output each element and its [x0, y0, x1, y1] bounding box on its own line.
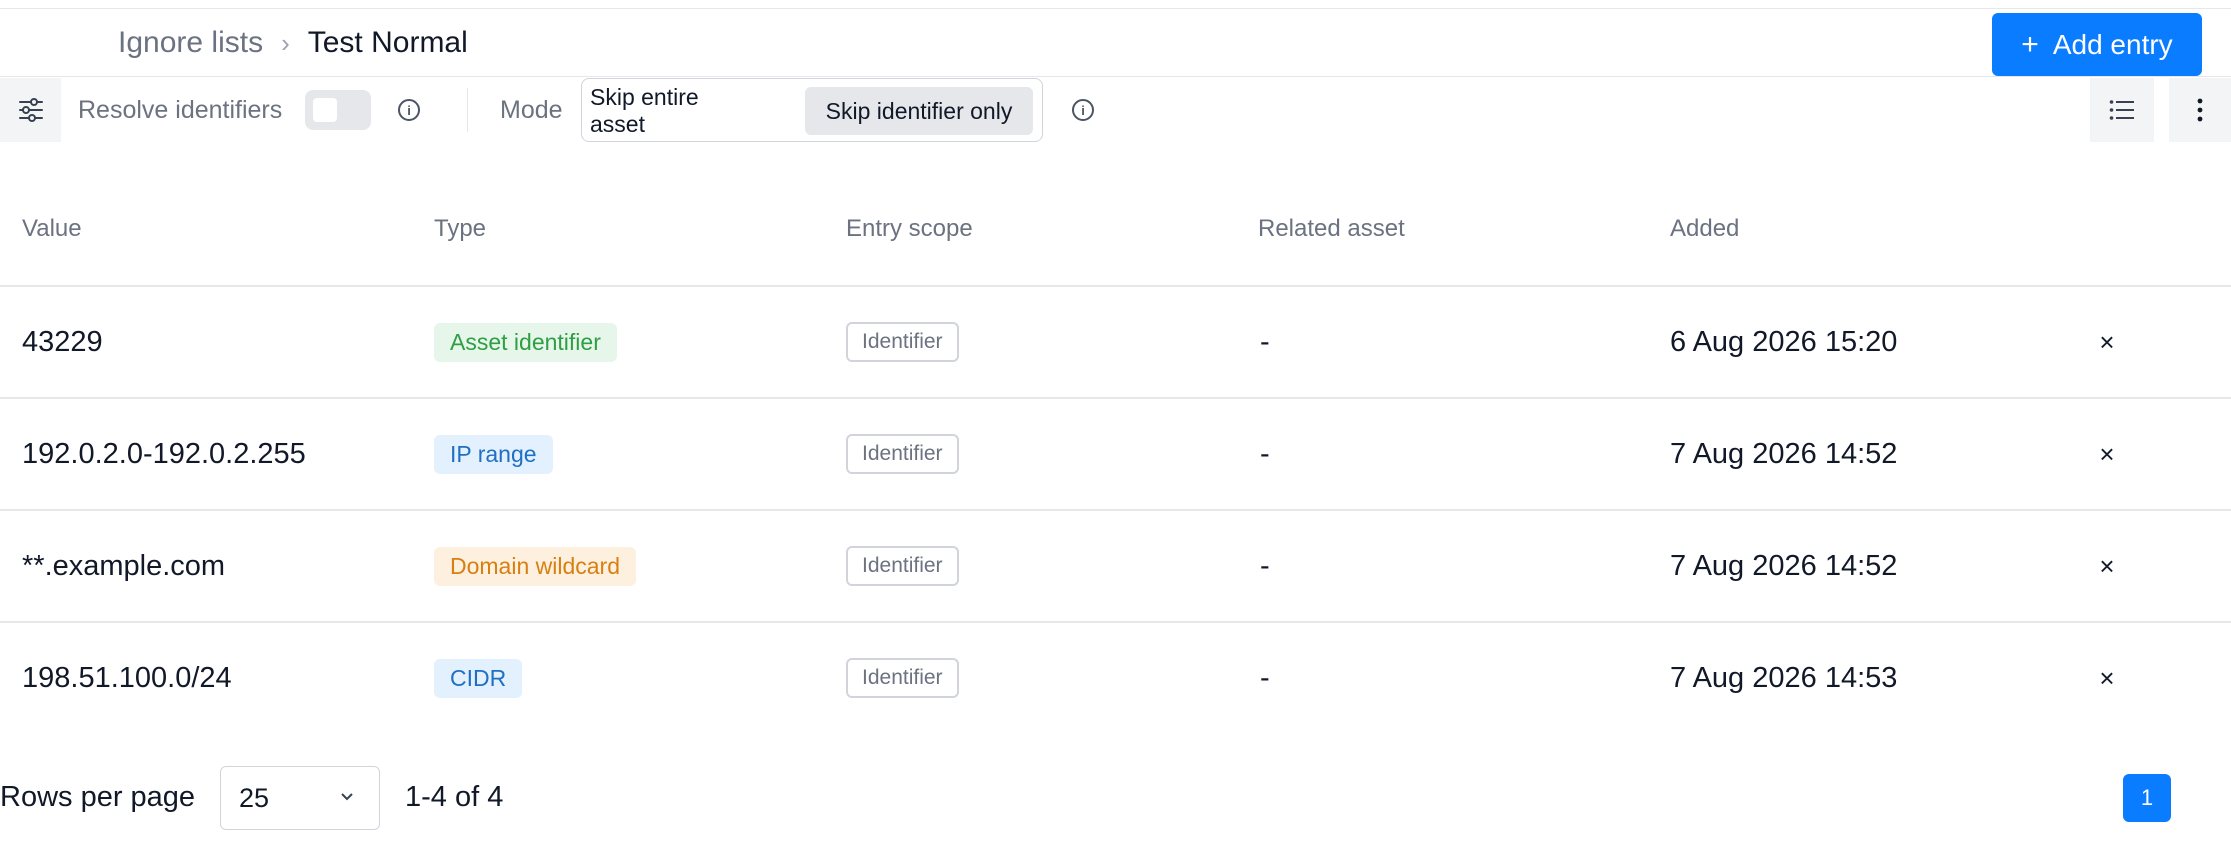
toolbar: Resolve identifiers i Mode Skip entire a…: [0, 78, 2231, 142]
type-badge: Asset identifier: [434, 322, 617, 362]
scope-badge: Identifier: [846, 322, 959, 362]
add-entry-label: Add entry: [2052, 28, 2173, 60]
rows-per-page-select[interactable]: 25: [220, 766, 380, 830]
breadcrumb-parent-link[interactable]: Ignore lists: [118, 26, 263, 60]
column-header-added[interactable]: Added: [1670, 178, 1739, 280]
pagination-range: 1-4 of 4: [405, 781, 504, 813]
scope-badge: Identifier: [846, 658, 959, 698]
scope-badge: Identifier: [846, 546, 959, 586]
column-header-entry-scope[interactable]: Entry scope: [846, 178, 973, 280]
table-header: Value Type Entry scope Related asset Add…: [0, 178, 2231, 287]
related-asset-cell: -: [1260, 549, 1270, 582]
more-vertical-icon: [2197, 98, 2203, 122]
added-cell: 7 Aug 2026 14:52: [1670, 437, 1898, 470]
mode-info-icon[interactable]: i: [1072, 99, 1094, 121]
mode-label: Mode: [500, 95, 563, 124]
plus-icon: +: [2021, 27, 2039, 61]
added-cell: 7 Aug 2026 14:52: [1670, 549, 1898, 582]
close-icon[interactable]: ×: [2094, 549, 2120, 583]
resolve-identifiers-toggle[interactable]: [305, 90, 371, 130]
added-cell: 6 Aug 2026 15:20: [1670, 325, 1898, 358]
info-icon[interactable]: i: [398, 99, 420, 121]
related-asset-cell: -: [1260, 661, 1270, 694]
value-cell: 198.51.100.0/24: [22, 661, 232, 694]
mode-option-skip-entire-asset[interactable]: Skip entire asset: [590, 84, 760, 137]
list-icon: [2109, 100, 2134, 120]
close-icon[interactable]: ×: [2094, 325, 2120, 359]
breadcrumb-separator: ›: [281, 27, 290, 58]
toolbar-divider: [467, 88, 468, 132]
more-options-button[interactable]: [2169, 78, 2231, 142]
type-badge: Domain wildcard: [434, 546, 637, 586]
added-cell: 7 Aug 2026 14:53: [1670, 661, 1898, 694]
add-entry-button[interactable]: + Add entry: [1992, 13, 2202, 76]
breadcrumb-current: Test Normal: [307, 26, 468, 59]
rows-per-page-label: Rows per page: [0, 781, 196, 813]
table-row[interactable]: 43229 Asset identifier Identifier - 6 Au…: [0, 287, 2231, 399]
mode-option-skip-identifier-only[interactable]: Skip identifier only: [805, 87, 1033, 135]
close-icon[interactable]: ×: [2094, 437, 2120, 471]
chevron-down-icon: [341, 793, 353, 801]
filter-settings-button[interactable]: [0, 78, 61, 142]
value-cell: 43229: [22, 325, 103, 358]
table-row[interactable]: **.example.com Domain wildcard Identifie…: [0, 511, 2231, 623]
mode-segmented-control: Skip entire asset Skip identifier only: [581, 78, 1043, 142]
entries-table: Value Type Entry scope Related asset Add…: [0, 178, 2231, 735]
column-settings-button[interactable]: [2090, 78, 2154, 142]
type-badge: IP range: [434, 434, 553, 474]
scope-badge: Identifier: [846, 434, 959, 474]
column-header-related-asset[interactable]: Related asset: [1258, 178, 1405, 280]
breadcrumb: Ignore lists › Test Normal: [118, 9, 468, 77]
close-icon[interactable]: ×: [2094, 661, 2120, 695]
value-cell: 192.0.2.0-192.0.2.255: [22, 437, 306, 470]
page-button-current[interactable]: 1: [2123, 774, 2171, 822]
sliders-icon: [18, 98, 43, 122]
column-header-value[interactable]: Value: [22, 178, 82, 280]
page-header: Ignore lists › Test Normal + Add entry: [0, 9, 2231, 77]
toggle-knob: [313, 98, 337, 122]
table-row[interactable]: 192.0.2.0-192.0.2.255 IP range Identifie…: [0, 399, 2231, 511]
resolve-identifiers-label: Resolve identifiers: [78, 95, 283, 124]
column-header-type[interactable]: Type: [434, 178, 486, 280]
type-badge: CIDR: [434, 658, 523, 698]
value-cell: **.example.com: [22, 549, 226, 582]
table-row[interactable]: 198.51.100.0/24 CIDR Identifier - 7 Aug …: [0, 623, 2231, 735]
related-asset-cell: -: [1260, 437, 1270, 470]
related-asset-cell: -: [1260, 325, 1270, 358]
pagination-footer: Rows per page 25 1-4 of 4 1: [0, 760, 2231, 835]
rows-per-page-value: 25: [239, 782, 270, 813]
